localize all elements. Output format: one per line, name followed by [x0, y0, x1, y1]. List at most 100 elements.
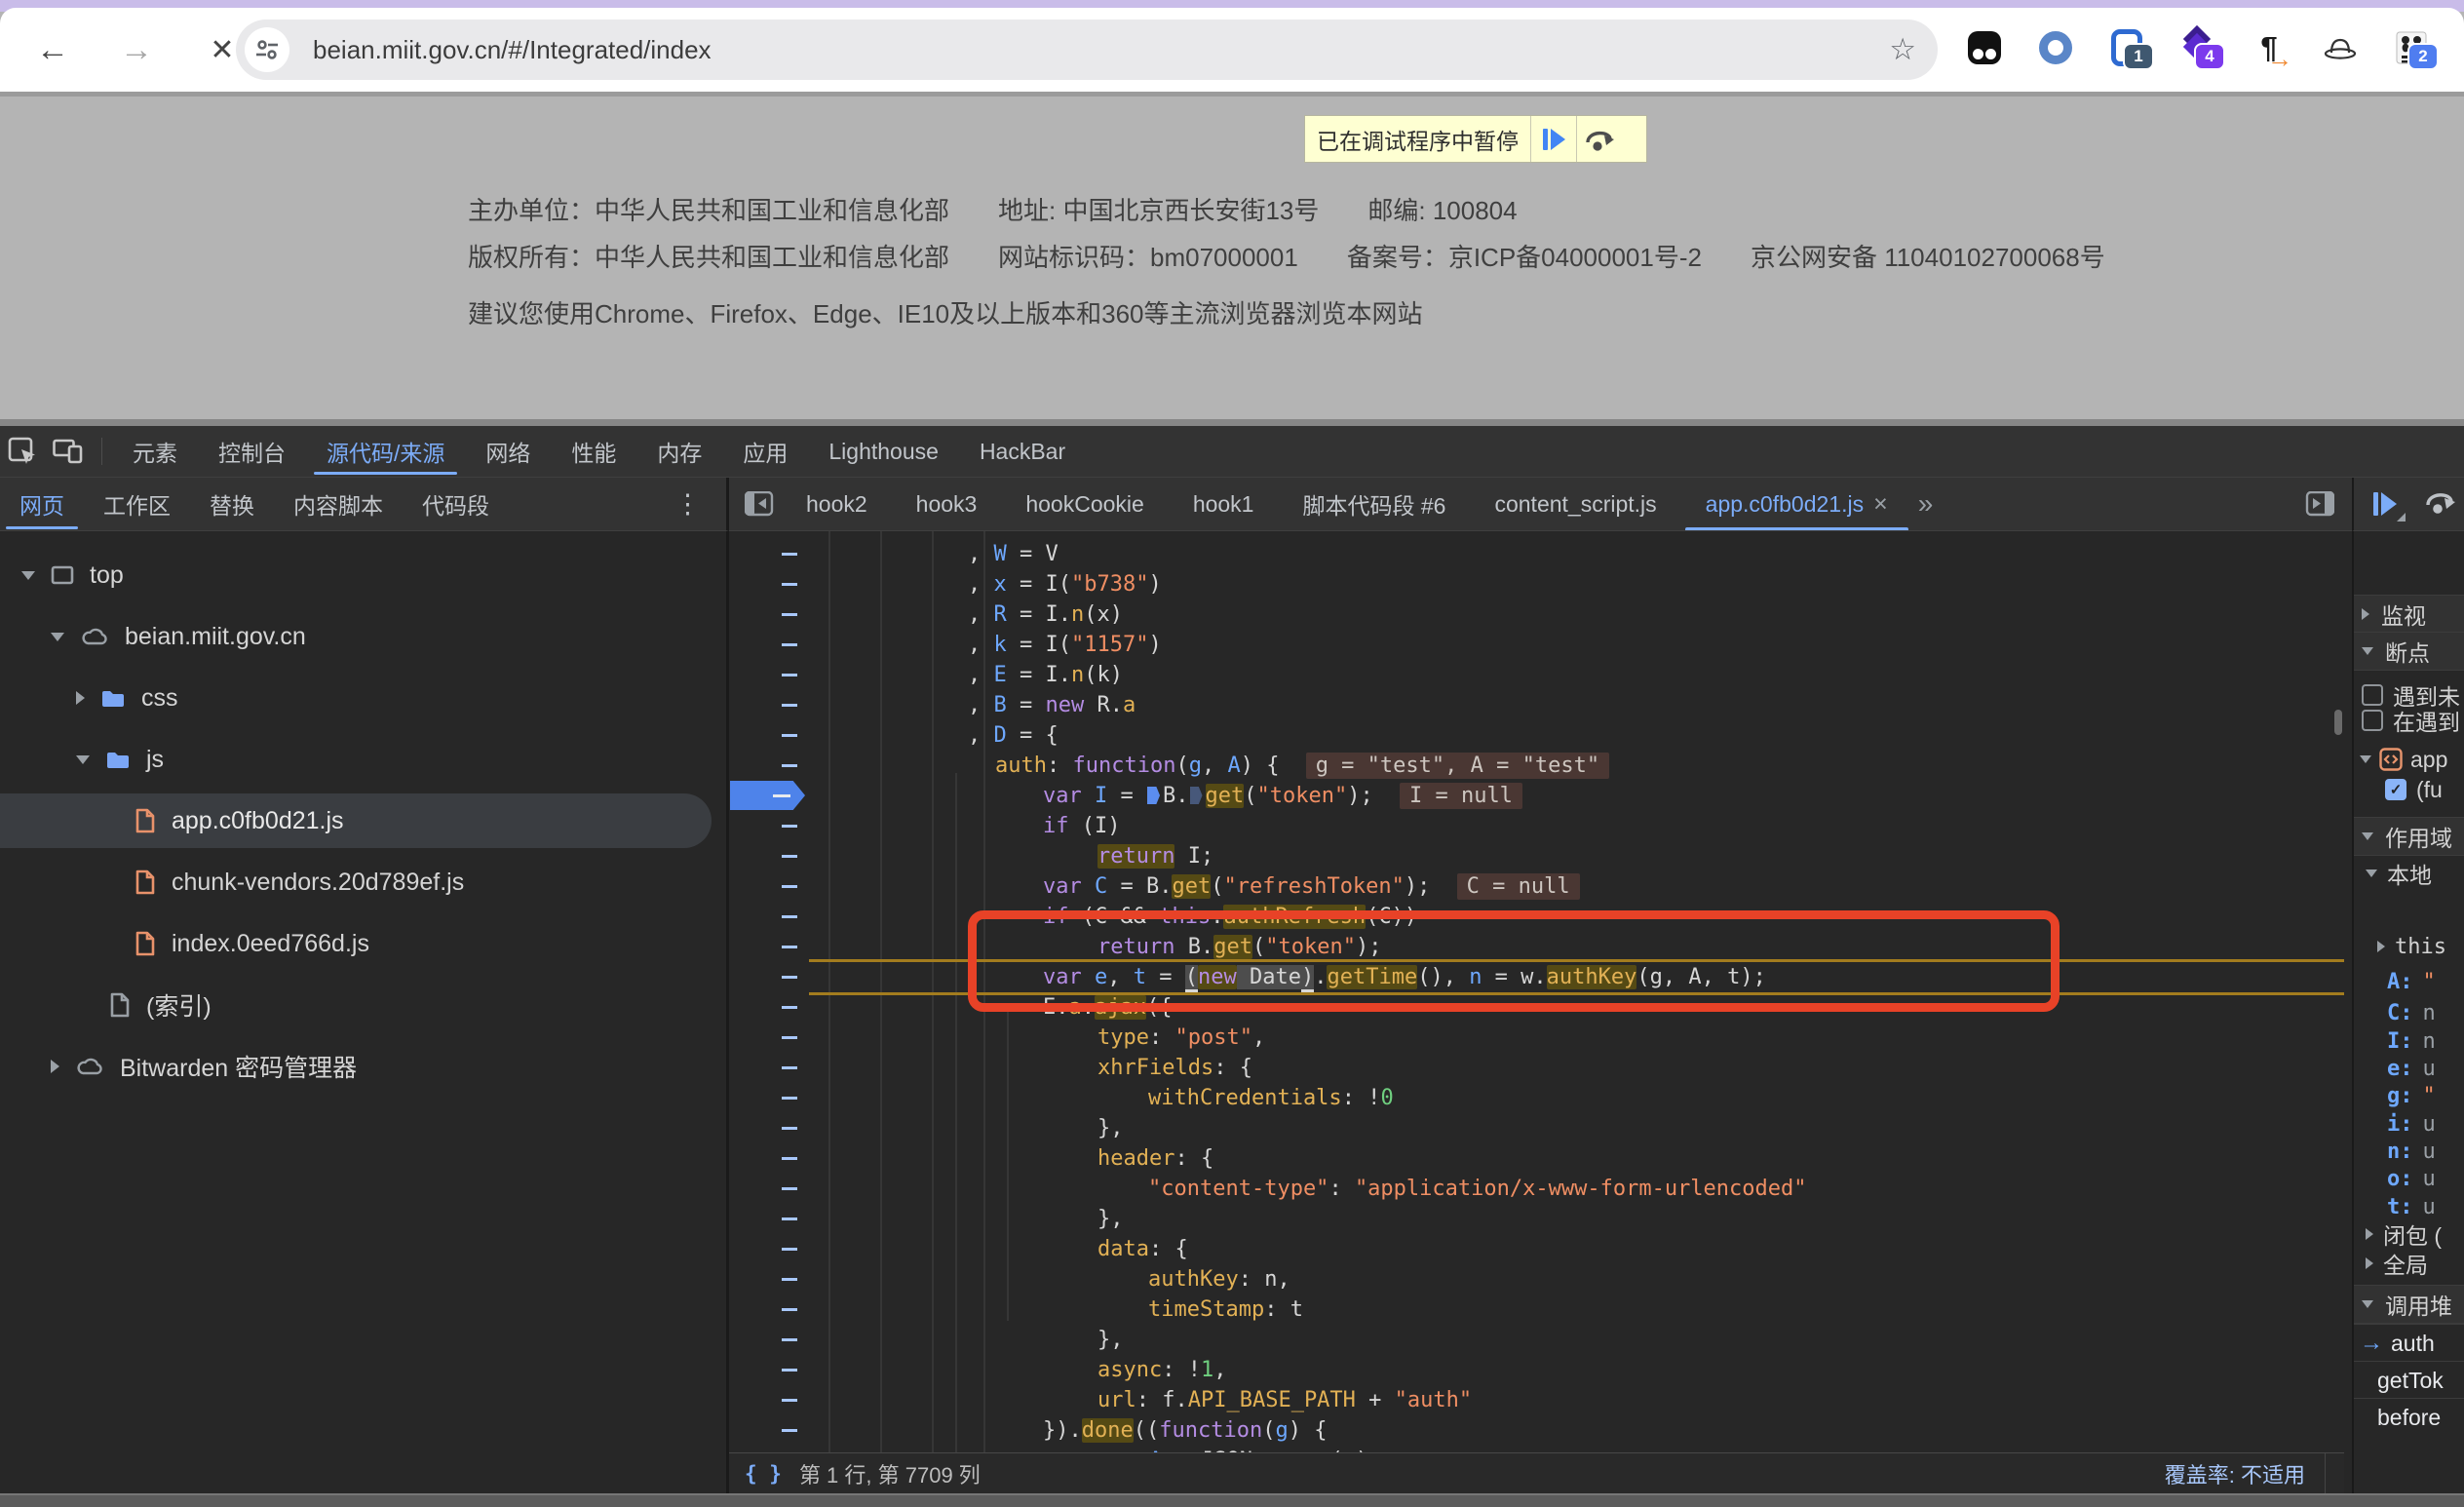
scope-local[interactable]: 本地: [2354, 860, 2464, 887]
tree-item-beian.miit.gov.cn[interactable]: beian.miit.gov.cn: [0, 609, 726, 664]
tree-item-top[interactable]: top: [0, 548, 726, 602]
inline-pause-marker[interactable]: [1147, 787, 1160, 804]
editor-scrollbar[interactable]: [2334, 710, 2342, 735]
variable-t[interactable]: t:u: [2354, 1193, 2464, 1220]
nav-tab-代码段[interactable]: 代码段: [403, 478, 509, 531]
caret-down-icon[interactable]: [76, 755, 90, 764]
line-marker[interactable]: [782, 1097, 797, 1100]
line-marker[interactable]: [782, 915, 797, 918]
line-marker[interactable]: [782, 674, 797, 676]
line-marker[interactable]: [782, 1308, 797, 1311]
line-marker[interactable]: [782, 1066, 797, 1069]
pause-on-caught-exceptions[interactable]: 在遇到: [2354, 708, 2464, 733]
more-options-icon[interactable]: ⋮: [674, 489, 701, 520]
checkbox[interactable]: [2362, 710, 2383, 731]
variable-e[interactable]: e:u: [2354, 1055, 2464, 1082]
tree-item-css[interactable]: css: [0, 671, 726, 725]
line-marker[interactable]: [782, 764, 797, 767]
tab-元素[interactable]: 元素: [112, 426, 198, 477]
tab-网络[interactable]: 网络: [465, 426, 551, 477]
variable-o[interactable]: o:u: [2354, 1165, 2464, 1192]
line-marker[interactable]: [782, 613, 797, 616]
tree-item-chunk-vendors.20d789ef.js[interactable]: chunk-vendors.20d789ef.js: [0, 855, 726, 909]
execution-pointer[interactable]: [730, 781, 805, 810]
line-marker[interactable]: [782, 1278, 797, 1281]
show-debugger-sidebar-icon[interactable]: [2297, 491, 2342, 517]
bookmark-star-icon[interactable]: ☆: [1889, 32, 1916, 67]
line-marker[interactable]: [782, 1338, 797, 1341]
line-marker[interactable]: [782, 1369, 797, 1372]
step-over-icon[interactable]: [2424, 488, 2455, 521]
file-tab-hookCookie[interactable]: hookCookie: [1001, 478, 1168, 531]
extension-two-dots[interactable]: [1967, 29, 2002, 66]
site-settings-icon[interactable]: [245, 27, 289, 72]
line-marker[interactable]: [782, 704, 797, 707]
nav-tab-内容脚本[interactable]: 内容脚本: [274, 478, 403, 531]
step-over-icon[interactable]: [1576, 116, 1622, 162]
global[interactable]: 全局: [2354, 1250, 2464, 1277]
caret-right-icon[interactable]: [2362, 608, 2369, 620]
devtools-resize-handle[interactable]: [0, 419, 2464, 426]
line-marker[interactable]: [782, 1248, 797, 1251]
variable-C[interactable]: C:n: [2354, 999, 2464, 1026]
inline-pause-marker[interactable]: [1190, 787, 1203, 804]
file-tab-hook2[interactable]: hook2: [782, 478, 892, 531]
line-marker[interactable]: [782, 583, 797, 586]
line-marker[interactable]: [782, 1399, 797, 1402]
variable-I[interactable]: I:n: [2354, 1027, 2464, 1055]
hide-navigator-icon[interactable]: [737, 491, 782, 517]
tree-item-js[interactable]: js: [0, 732, 726, 787]
line-marker[interactable]: [782, 1429, 797, 1432]
resume-icon[interactable]: [1530, 116, 1576, 162]
extension-purple-diamond[interactable]: 4: [2180, 29, 2215, 66]
line-marker[interactable]: [782, 855, 797, 858]
line-marker[interactable]: [782, 1217, 797, 1220]
tab-源代码/来源[interactable]: 源代码/来源: [306, 426, 465, 477]
section-scope[interactable]: 作用域: [2354, 817, 2464, 856]
file-tab-content_script.js[interactable]: content_script.js: [1470, 478, 1680, 531]
caret-down-icon[interactable]: [21, 571, 35, 580]
variable-g[interactable]: g:": [2354, 1082, 2464, 1109]
file-tab-脚本代码段 #6[interactable]: 脚本代码段 #6: [1278, 478, 1470, 531]
more-tabs-icon[interactable]: »: [1918, 488, 1931, 520]
nav-tab-替换[interactable]: 替换: [190, 478, 274, 531]
address-bar[interactable]: beian.miit.gov.cn/#/Integrated/index ☆: [236, 19, 1938, 80]
extension-hat[interactable]: [2323, 29, 2358, 66]
line-marker[interactable]: [782, 946, 797, 948]
file-tab-hook1[interactable]: hook1: [1169, 478, 1279, 531]
back-button[interactable]: ←: [33, 31, 72, 69]
tab-应用[interactable]: 应用: [722, 426, 808, 477]
tree-item-Bitwarden 密码管理器[interactable]: Bitwarden 密码管理器: [0, 1039, 726, 1094]
line-marker[interactable]: [782, 1127, 797, 1130]
forward-button[interactable]: →: [117, 31, 156, 69]
url-text[interactable]: beian.miit.gov.cn/#/Integrated/index: [313, 35, 1889, 65]
extension-card[interactable]: 1: [2109, 29, 2144, 66]
caret-right-icon[interactable]: [76, 691, 85, 705]
tree-item-(索引)[interactable]: (索引): [0, 978, 726, 1032]
variable-i[interactable]: i:u: [2354, 1110, 2464, 1138]
file-tab-hook3[interactable]: hook3: [892, 478, 1002, 531]
tab-内存[interactable]: 内存: [636, 426, 722, 477]
section-watch[interactable]: 监视: [2354, 595, 2464, 634]
tree-item-index.0eed766d.js[interactable]: index.0eed766d.js: [0, 916, 726, 971]
variable-A[interactable]: A:": [2354, 968, 2464, 995]
line-marker[interactable]: [782, 1157, 797, 1160]
device-toolbar-icon[interactable]: [45, 438, 92, 465]
tab-HackBar[interactable]: HackBar: [959, 426, 1086, 477]
breakpoint-entry[interactable]: ✓(fu: [2354, 777, 2464, 802]
stack-frame-before[interactable]: before: [2354, 1398, 2464, 1436]
line-marker[interactable]: [782, 1006, 797, 1009]
caret-down-icon[interactable]: [2366, 869, 2377, 877]
pretty-print-icon[interactable]: { }: [745, 1462, 782, 1486]
closure[interactable]: 闭包 (: [2354, 1220, 2464, 1248]
line-marker[interactable]: [782, 885, 797, 888]
variable-n[interactable]: n:u: [2354, 1138, 2464, 1165]
line-marker[interactable]: [782, 1187, 797, 1190]
stack-frame-auth[interactable]: →auth: [2354, 1324, 2464, 1362]
file-tab-app.c0fb0d21.js[interactable]: app.c0fb0d21.js×: [1681, 478, 1912, 531]
caret-down-icon[interactable]: [2362, 647, 2373, 655]
nav-tab-工作区[interactable]: 工作区: [84, 478, 190, 531]
caret-down-icon[interactable]: [2360, 755, 2371, 763]
line-marker[interactable]: [782, 1036, 797, 1039]
caret-down-icon[interactable]: [2362, 832, 2373, 840]
